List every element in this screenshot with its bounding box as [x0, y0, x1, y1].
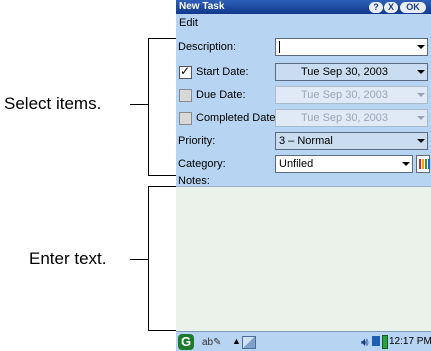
dropdown-arrow-icon[interactable] — [417, 45, 425, 49]
category-select[interactable]: Unfiled — [275, 155, 413, 173]
priority-row: Priority: 3 – Normal — [176, 130, 431, 152]
clock[interactable]: 12:17 PM — [389, 336, 431, 347]
dropdown-arrow-icon[interactable] — [417, 70, 425, 74]
start-date-picker[interactable]: Tue Sep 30, 2003 — [275, 63, 428, 81]
callout-select-leader — [130, 104, 148, 105]
handwriting-icon[interactable]: ab✎ — [202, 337, 222, 348]
description-label: Description: — [178, 41, 237, 53]
start-date-label: Start Date: — [196, 66, 249, 78]
callout-select-items: Select items. — [4, 94, 102, 113]
ok-button[interactable]: OK — [400, 2, 426, 13]
completed-date-row: Completed Date: Tue Sep 30, 2003 — [176, 107, 431, 129]
menu-edit[interactable]: Edit — [179, 17, 198, 29]
callout-enter-bracket — [148, 186, 177, 331]
callout-select-bracket — [148, 38, 177, 176]
category-row: Category: Unfiled — [176, 153, 431, 175]
completed-date-checkbox[interactable] — [179, 112, 192, 125]
priority-select[interactable]: 3 – Normal — [275, 132, 428, 150]
menu-bar: Edit — [176, 14, 431, 32]
priority-value: 3 – Normal — [279, 135, 333, 147]
category-label: Category: — [178, 158, 226, 170]
due-date-row: Due Date: Tue Sep 30, 2003 — [176, 84, 431, 106]
speaker-icon[interactable]: 🔊︎ — [361, 335, 369, 350]
close-icon[interactable]: X — [384, 2, 398, 13]
color-picker-icon[interactable] — [416, 155, 430, 173]
completed-date-picker[interactable]: Tue Sep 30, 2003 — [275, 109, 428, 127]
completed-date-value: Tue Sep 30, 2003 — [300, 112, 389, 124]
start-date-checkbox[interactable] — [179, 64, 192, 79]
start-menu-icon[interactable]: G — [178, 334, 194, 350]
due-date-value: Tue Sep 30, 2003 — [300, 89, 389, 101]
network-icon[interactable] — [372, 336, 380, 346]
dropdown-arrow-icon[interactable] — [402, 162, 410, 166]
dropdown-arrow-icon[interactable] — [417, 139, 425, 143]
start-date-value: Tue Sep 30, 2003 — [300, 66, 389, 78]
callout-enter-leader — [130, 259, 148, 260]
category-value: Unfiled — [279, 158, 314, 170]
taskbar: G ab✎ ▲ 🔊︎ 12:17 PM — [176, 331, 431, 351]
keyboard-icon[interactable] — [242, 336, 256, 349]
due-date-label: Due Date: — [196, 89, 246, 101]
title-bar: New Task ? X OK — [176, 0, 431, 14]
priority-label: Priority: — [178, 135, 216, 147]
pda-screen: New Task ? X OK Edit Description: Start … — [176, 0, 431, 351]
due-date-checkbox[interactable] — [179, 89, 192, 102]
text-caret — [279, 41, 280, 53]
due-date-picker[interactable]: Tue Sep 30, 2003 — [275, 86, 428, 104]
description-row: Description: — [176, 36, 431, 58]
notes-textarea[interactable] — [176, 186, 431, 332]
input-method-up-icon[interactable]: ▲ — [232, 336, 241, 346]
dropdown-arrow-icon[interactable] — [417, 93, 425, 97]
start-date-row: Start Date: Tue Sep 30, 2003 — [176, 61, 431, 83]
window-title: New Task — [179, 1, 225, 12]
description-field[interactable] — [275, 38, 428, 56]
help-icon[interactable]: ? — [369, 2, 383, 13]
callout-enter-text: Enter text. — [29, 249, 107, 268]
completed-date-label: Completed Date: — [196, 112, 279, 124]
dropdown-arrow-icon[interactable] — [417, 116, 425, 120]
battery-icon[interactable] — [382, 335, 388, 349]
